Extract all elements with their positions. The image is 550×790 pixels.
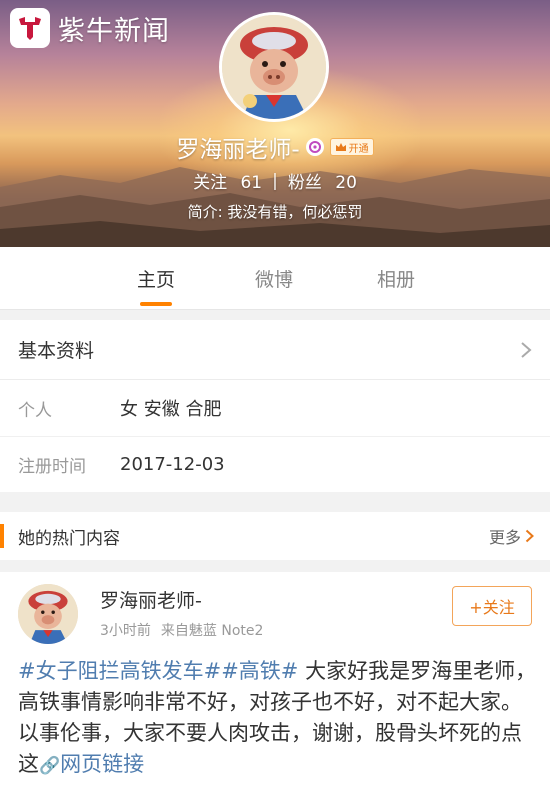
- tab-album[interactable]: 相册: [350, 247, 442, 310]
- profile-name: 罗海丽老师-: [176, 137, 300, 163]
- basic-info-card: 基本资料 个人 女 安徽 合肥 注册时间 2017-12-03: [0, 320, 550, 492]
- zi-niu-logo-icon: [10, 8, 50, 48]
- brand-header: 紫牛新闻: [10, 8, 170, 48]
- chevron-right-icon: [521, 341, 532, 358]
- vip-open-badge[interactable]: 开通: [329, 138, 374, 156]
- topic-link[interactable]: #高铁#: [221, 659, 298, 683]
- follow-button[interactable]: +关注: [452, 586, 532, 626]
- tab-album-label: 相册: [376, 269, 415, 291]
- stats-divider: |: [272, 170, 278, 191]
- followers-label: 粉丝: [287, 173, 322, 193]
- following-label: 关注: [193, 173, 228, 193]
- tab-home[interactable]: 主页: [110, 247, 202, 310]
- member-ring-icon[interactable]: [305, 138, 324, 156]
- post-body: #女子阻拦高铁发车##高铁# 大家好我是罗海里老师，高铁事情影响非常不好，对孩子…: [18, 656, 538, 782]
- brand-name: 紫牛新闻: [58, 15, 170, 47]
- follow-stats: 关注 61 | 粉丝 20: [0, 168, 550, 194]
- topic-link[interactable]: #女子阻拦高铁发车#: [18, 659, 221, 683]
- section-accent-bar: [0, 524, 4, 548]
- profile-avatar[interactable]: [219, 12, 329, 122]
- active-tab-indicator: [140, 302, 172, 306]
- info-label: 个人: [18, 400, 52, 421]
- basic-info-header[interactable]: 基本资料: [0, 320, 550, 380]
- info-value: 女 安徽 合肥: [120, 399, 222, 420]
- hot-content-title: 她的热门内容: [18, 528, 120, 549]
- post-author-name[interactable]: 罗海丽老师-: [100, 586, 202, 613]
- profile-tabs: 主页 微博 相册: [0, 247, 550, 310]
- post-source: 来自魅蓝 Note2: [160, 623, 264, 639]
- profile-cover: 紫牛新闻 罗海丽老师- 开通 关注 61 | 粉丝 20 简介: 我没有错，何必…: [0, 0, 550, 247]
- link-icon: 🔗: [39, 756, 61, 776]
- hot-content-header: 她的热门内容 更多: [0, 512, 550, 560]
- following-count: 61: [240, 173, 263, 193]
- tab-weibo-label: 微博: [254, 269, 293, 291]
- post-time: 3小时前: [100, 623, 151, 639]
- basic-info-title: 基本资料: [18, 340, 95, 362]
- profile-bio: 简介: 我没有错，何必惩罚: [187, 203, 363, 221]
- more-label: 更多: [488, 528, 521, 547]
- following-stat[interactable]: 关注 61: [193, 168, 262, 193]
- more-link[interactable]: 更多: [489, 524, 534, 548]
- info-value: 2017-12-03: [120, 454, 225, 475]
- followers-count: 20: [335, 173, 357, 193]
- info-label: 注册时间: [18, 457, 86, 477]
- web-link[interactable]: 网页链接: [60, 752, 144, 776]
- crown-icon: [335, 143, 346, 151]
- post-meta: 3小时前 来自魅蓝 Note2: [100, 620, 263, 640]
- info-row-personal: 个人 女 安徽 合肥: [0, 380, 550, 436]
- tab-home-label: 主页: [136, 269, 175, 291]
- chevron-right-icon: [525, 529, 534, 543]
- info-row-register-date: 注册时间 2017-12-03: [0, 436, 550, 492]
- tab-weibo[interactable]: 微博: [228, 247, 320, 310]
- post-author-avatar[interactable]: [18, 584, 78, 644]
- profile-name-row: 罗海丽老师- 开通: [0, 130, 550, 164]
- vip-open-label: 开通: [348, 143, 369, 155]
- post-card: 罗海丽老师- 3小时前 来自魅蓝 Note2 +关注 #女子阻拦高铁发车##高铁…: [0, 572, 550, 790]
- followers-stat[interactable]: 粉丝 20: [288, 168, 357, 193]
